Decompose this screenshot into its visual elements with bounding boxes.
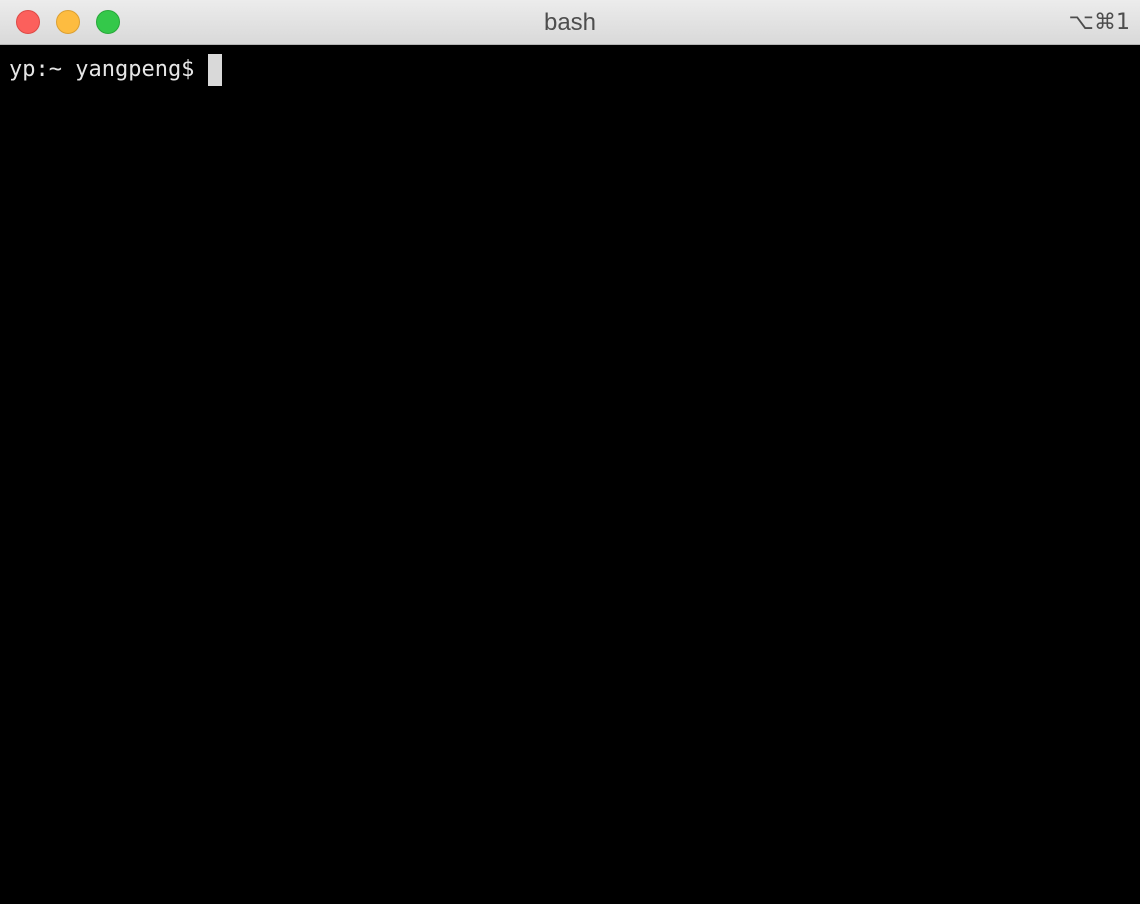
terminal-window: bash ⌥⌘1 yp:~ yangpeng$: [0, 0, 1140, 904]
window-shortcut: ⌥⌘1: [1068, 10, 1130, 35]
window-title: bash: [543, 9, 597, 36]
terminal-prompt-line: yp:~ yangpeng$: [9, 54, 1140, 86]
terminal-area[interactable]: yp:~ yangpeng$: [0, 45, 1140, 904]
text-cursor: [208, 54, 223, 86]
title-bar[interactable]: bash ⌥⌘1: [0, 0, 1140, 45]
shell-prompt: yp:~ yangpeng$: [9, 57, 195, 82]
